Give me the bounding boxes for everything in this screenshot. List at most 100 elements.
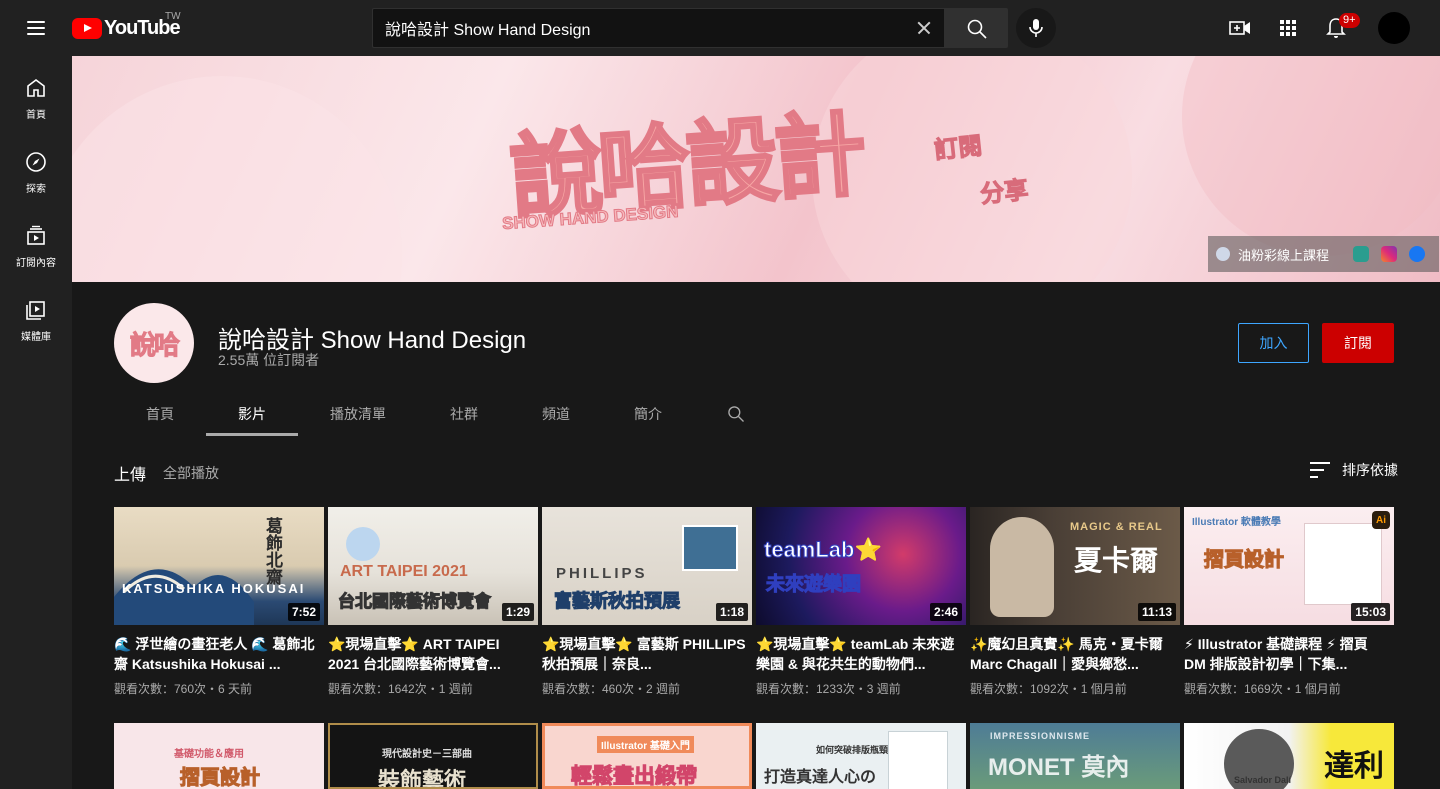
voice-search-button[interactable] — [1016, 8, 1056, 48]
search-button[interactable] — [944, 8, 1008, 48]
video-thumbnail[interactable]: 如何突破排版瓶頸？ 打造真達人心の — [756, 723, 966, 789]
thumbnail-subtext: Illustrator 基礎入門 — [597, 736, 694, 753]
thumbnail-subtext: 如何突破排版瓶頸？ — [816, 745, 898, 755]
region-label: TW — [165, 11, 181, 22]
youtube-play-icon — [72, 18, 102, 39]
channel-avatar[interactable]: 說哈 — [114, 303, 194, 383]
illustrator-icon: Ai — [1372, 511, 1390, 529]
sidebar-item-subscriptions[interactable]: 訂閱內容 — [0, 204, 72, 278]
video-thumbnail[interactable]: Salvador Dalí 達利 — [1184, 723, 1394, 789]
video-card[interactable]: teamLab⭐ 未來遊樂園 2:46 ⭐現場直擊⭐ teamLab 未來遊樂園… — [756, 507, 966, 697]
video-title[interactable]: ✨魔幻且真實✨ 馬克・夏卡爾 Marc Chagall｜愛與鄉愁... — [970, 634, 1180, 674]
thumbnail-painting — [682, 525, 738, 571]
video-title[interactable]: ⭐現場直擊⭐ teamLab 未來遊樂園 & 與花共生的動物們... — [756, 634, 966, 674]
thumbnail-text: teamLab⭐ — [764, 537, 883, 563]
create-video-icon[interactable] — [1228, 16, 1252, 40]
banner-share-tag: 分享 — [979, 176, 1031, 209]
video-card[interactable]: IMPRESSIONNISME MONET 莫內 — [970, 723, 1180, 789]
video-grid: KATSUSHIKA HOKUSAI 葛飾北齋 7:52 🌊 浮世繪の畫狂老人 … — [114, 507, 1394, 697]
tab-channels[interactable]: 頻道 — [510, 392, 602, 436]
video-thumbnail[interactable]: KATSUSHIKA HOKUSAI 葛飾北齋 7:52 — [114, 507, 324, 625]
video-duration: 11:13 — [1137, 603, 1176, 621]
banner-link[interactable]: 油粉彩線上課程 — [1238, 245, 1329, 264]
video-meta: 觀看次數：1233次・3 週前 — [756, 682, 901, 696]
thumbnail-text: ART TAIPEI 2021 — [340, 563, 468, 580]
thumbnail-title: MONET 莫內 — [988, 754, 1130, 781]
sidebar-item-label: 探索 — [26, 184, 46, 195]
thumbnail-text: MAGIC & REAL — [1070, 521, 1163, 533]
video-thumbnail[interactable]: MAGIC & REAL 夏卡爾 11:13 — [970, 507, 1180, 625]
video-duration: 2:46 — [929, 603, 962, 621]
banner-links: 油粉彩線上課程 — [1208, 236, 1440, 272]
video-meta: 觀看次數：760次・6 天前 — [114, 682, 253, 696]
clear-search-icon[interactable] — [912, 16, 936, 40]
tab-home[interactable]: 首頁 — [114, 392, 206, 436]
thumbnail-title: 輕鬆畫出緞帶 — [571, 765, 698, 788]
channel-tabs: 首頁 影片 播放清單 社群 頻道 簡介 — [114, 392, 778, 436]
tab-videos[interactable]: 影片 — [206, 392, 298, 436]
video-thumbnail[interactable]: PHILLIPS 富藝斯秋拍預展 1:18 — [542, 507, 752, 625]
video-title[interactable]: ⚡ Illustrator 基礎課程 ⚡ 摺頁 DM 排版設計初學｜下集... — [1184, 634, 1394, 674]
tab-community[interactable]: 社群 — [418, 392, 510, 436]
thumbnail-title: 裝飾藝術 — [378, 768, 467, 789]
hamburger-menu-icon[interactable] — [24, 16, 48, 40]
thumbnail-deco — [346, 527, 380, 561]
video-card[interactable]: 如何突破排版瓶頸？ 打造真達人心の — [756, 723, 966, 789]
thumbnail-subtext: IMPRESSIONNISME — [990, 731, 1091, 741]
video-card[interactable]: Illustrator 基礎入門 輕鬆畫出緞帶 — [542, 723, 752, 789]
video-card[interactable]: Salvador Dalí 達利 — [1184, 723, 1394, 789]
video-card[interactable]: KATSUSHIKA HOKUSAI 葛飾北齋 7:52 🌊 浮世繪の畫狂老人 … — [114, 507, 324, 697]
portrait-figure — [990, 517, 1054, 617]
video-title[interactable]: ⭐現場直擊⭐ ART TAIPEI 2021 台北國際藝術博覽會... — [328, 634, 538, 674]
subscriptions-icon — [27, 225, 45, 245]
subscriber-count: 2.55萬 位訂閱者 — [218, 352, 320, 368]
video-duration: 1:18 — [715, 603, 748, 621]
sort-label: 排序依據 — [1342, 462, 1398, 478]
facebook-icon[interactable] — [1409, 246, 1426, 262]
globe-icon — [1216, 247, 1230, 261]
video-card[interactable]: MAGIC & REAL 夏卡爾 11:13 ✨魔幻且真實✨ 馬克・夏卡爾 Ma… — [970, 507, 1180, 697]
apps-icon[interactable] — [1276, 16, 1300, 40]
home-icon — [27, 79, 45, 97]
video-thumbnail[interactable]: teamLab⭐ 未來遊樂園 2:46 — [756, 507, 966, 625]
link-site-icon[interactable] — [1353, 246, 1370, 262]
join-button[interactable]: 加入 — [1238, 323, 1309, 363]
video-thumbnail[interactable]: 基礎功能＆應用 摺頁設計 — [114, 723, 324, 789]
video-card[interactable]: Illustrator 軟體教學 摺頁設計 Ai 15:03 ⚡ Illustr… — [1184, 507, 1394, 697]
video-thumbnail[interactable]: 現代設計史－三部曲 裝飾藝術 — [328, 723, 538, 789]
sidebar-item-label: 首頁 — [26, 110, 46, 121]
video-thumbnail[interactable]: Illustrator 軟體教學 摺頁設計 Ai 15:03 — [1184, 507, 1394, 625]
avatar-logo-text: 說哈 — [129, 329, 180, 360]
video-meta: 觀看次數：1092次・1 個月前 — [970, 682, 1127, 696]
video-card[interactable]: ART TAIPEI 2021 台北國際藝術博覽會 1:29 ⭐現場直擊⭐ AR… — [328, 507, 538, 697]
sidebar-item-explore[interactable]: 探索 — [0, 130, 72, 204]
video-card[interactable]: 基礎功能＆應用 摺頁設計 — [114, 723, 324, 789]
thumbnail-title: 打造真達人心の — [764, 769, 877, 786]
youtube-logo[interactable]: YouTube — [72, 17, 181, 40]
tab-playlists[interactable]: 播放清單 — [298, 392, 418, 436]
thumbnail-title: 夏卡爾 — [1074, 545, 1159, 576]
mini-guide-sidebar: 首頁 探索 訂閱內容 媒體庫 — [0, 56, 72, 789]
video-card[interactable]: 現代設計史－三部曲 裝飾藝術 — [328, 723, 538, 789]
thumbnail-title: 達利 — [1324, 750, 1384, 783]
sort-icon — [1310, 462, 1330, 478]
tab-about[interactable]: 簡介 — [602, 392, 694, 436]
sort-by-button[interactable]: 排序依據 — [1310, 460, 1398, 480]
video-thumbnail[interactable]: IMPRESSIONNISME MONET 莫內 — [970, 723, 1180, 789]
sidebar-item-home[interactable]: 首頁 — [0, 56, 72, 130]
video-title[interactable]: 🌊 浮世繪の畫狂老人 🌊 葛飾北齋 Katsushika Hokusai ... — [114, 634, 324, 674]
instagram-icon[interactable] — [1381, 246, 1398, 262]
tab-search[interactable] — [694, 392, 778, 436]
video-thumbnail[interactable]: Illustrator 基礎入門 輕鬆畫出緞帶 — [542, 723, 752, 789]
sidebar-item-library[interactable]: 媒體庫 — [0, 278, 72, 352]
search-input[interactable] — [372, 8, 944, 48]
video-meta: 觀看次數：1669次・1 個月前 — [1184, 682, 1341, 696]
video-duration: 15:03 — [1351, 603, 1390, 621]
account-avatar[interactable] — [1378, 12, 1410, 44]
video-thumbnail[interactable]: ART TAIPEI 2021 台北國際藝術博覽會 1:29 — [328, 507, 538, 625]
microphone-icon — [1029, 19, 1043, 37]
video-card[interactable]: PHILLIPS 富藝斯秋拍預展 1:18 ⭐現場直擊⭐ 富藝斯 PHILLIP… — [542, 507, 752, 697]
subscribe-button[interactable]: 訂閱 — [1322, 323, 1394, 363]
video-title[interactable]: ⭐現場直擊⭐ 富藝斯 PHILLIPS 秋拍預展｜奈良... — [542, 634, 752, 674]
play-all-link[interactable]: 全部播放 — [163, 463, 219, 483]
